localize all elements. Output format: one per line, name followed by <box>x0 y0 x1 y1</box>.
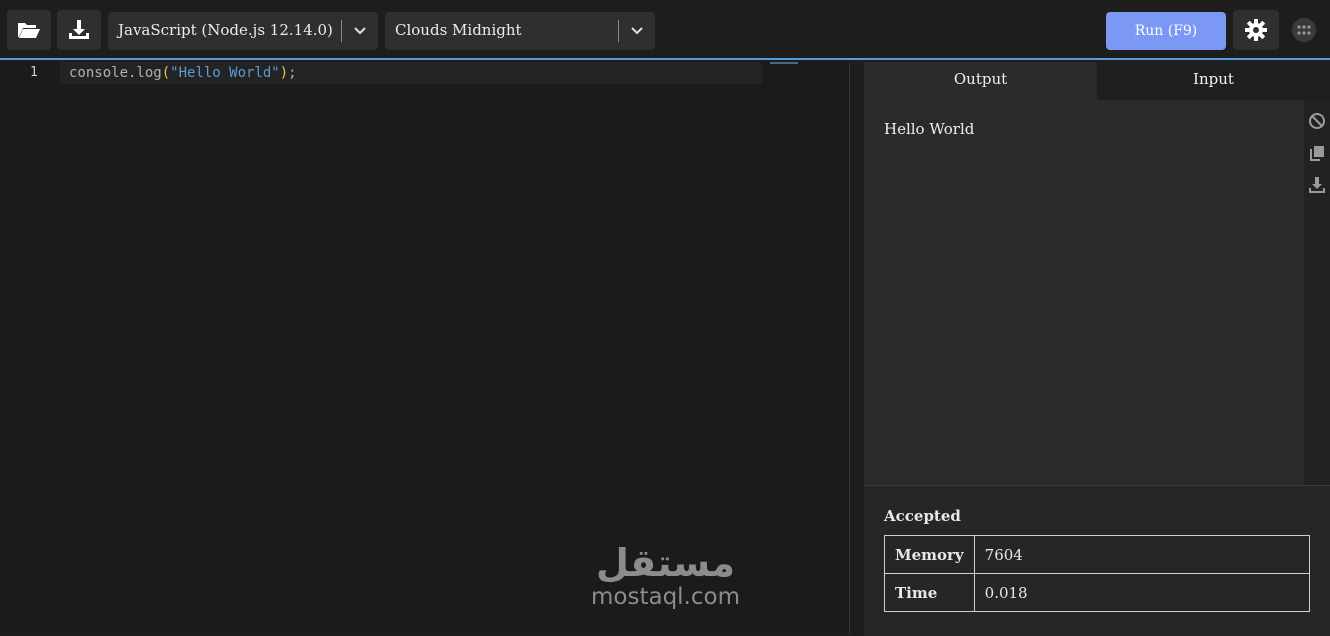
line-number: 1 <box>30 65 38 80</box>
toolbar: JavaScript (Node.js 12.14.0) Clouds Midn… <box>0 0 1330 60</box>
run-button[interactable]: Run (F9) <box>1106 12 1226 50</box>
stats-table: Memory 7604 Time 0.018 <box>884 535 1311 612</box>
table-row: Memory 7604 <box>884 535 1311 574</box>
io-panel: Output Input Hello World Accepted Memory… <box>864 62 1330 636</box>
watermark-logo: مستقل mostaql.com <box>583 543 748 623</box>
folder-open-icon <box>18 23 40 38</box>
language-select[interactable]: JavaScript (Node.js 12.14.0) <box>108 12 378 50</box>
select-separator <box>341 20 342 42</box>
chevron-down-icon <box>631 27 643 35</box>
tab-output[interactable]: Output <box>864 62 1097 100</box>
theme-select[interactable]: Clouds Midnight <box>385 12 655 50</box>
code-line[interactable]: console.log("Hello World"); <box>69 65 297 81</box>
select-separator <box>618 20 619 42</box>
download-icon <box>69 20 89 39</box>
minimap[interactable] <box>770 62 798 64</box>
output-actions <box>1304 100 1330 485</box>
watermark-latin: mostaql.com <box>591 584 740 610</box>
open-file-button[interactable] <box>7 10 51 50</box>
code-token-string: "Hello World" <box>170 65 280 81</box>
theme-value: Clouds Midnight <box>395 21 522 39</box>
output-area: Hello World <box>864 100 1304 485</box>
watermark-arabic: مستقل <box>596 541 735 585</box>
language-value: JavaScript (Node.js 12.14.0) <box>118 21 333 39</box>
code-token-call: console.log <box>69 65 162 81</box>
settings-button[interactable] <box>1233 10 1279 50</box>
table-row: Time 0.018 <box>884 573 1311 612</box>
gear-icon <box>1245 19 1267 41</box>
grid-icon <box>1297 25 1311 35</box>
stat-value: 7604 <box>973 535 1311 574</box>
download-icon[interactable] <box>1308 176 1326 194</box>
status-label: Accepted <box>884 507 961 525</box>
stat-value: 0.018 <box>973 573 1311 612</box>
chevron-down-icon <box>354 27 366 35</box>
output-text: Hello World <box>884 120 975 138</box>
stat-label: Memory <box>884 535 975 574</box>
download-button[interactable] <box>57 10 101 50</box>
code-token-paren-close: ) <box>279 65 289 81</box>
stat-label: Time <box>884 573 975 612</box>
result-area: Accepted Memory 7604 Time 0.018 <box>864 485 1330 636</box>
editor-scrollbar[interactable] <box>849 62 864 635</box>
code-token-paren-open: ( <box>161 65 171 81</box>
clear-icon[interactable] <box>1308 112 1326 130</box>
copy-icon[interactable] <box>1308 144 1326 162</box>
code-token-semicolon: ; <box>288 65 297 81</box>
tab-input[interactable]: Input <box>1097 62 1330 100</box>
apps-button[interactable] <box>1292 18 1316 42</box>
